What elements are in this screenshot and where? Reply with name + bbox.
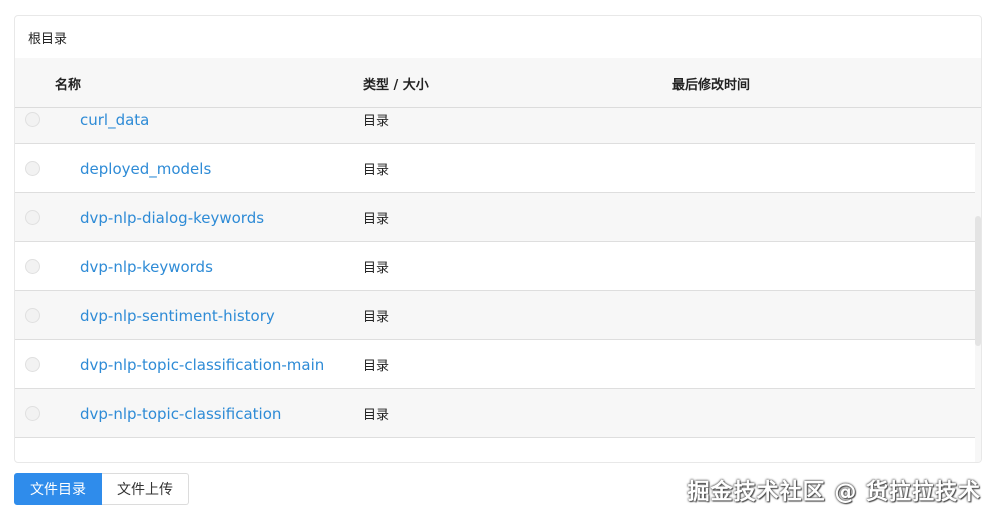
directory-link[interactable]: dvp-nlp-topic-classification-main bbox=[80, 340, 324, 389]
row-type: 目录 bbox=[363, 163, 390, 178]
view-switch-button-group: 文件目录 文件上传 bbox=[14, 473, 189, 505]
table-header: 名称 类型 / 大小 最后修改时间 bbox=[15, 58, 981, 108]
table-row[interactable]: deployed_models 目录 bbox=[15, 144, 976, 193]
row-select-radio[interactable] bbox=[25, 406, 40, 421]
directory-link[interactable]: dvp-nlp-dialog-keywords bbox=[80, 193, 264, 242]
scrollbar-thumb[interactable] bbox=[975, 216, 981, 346]
table-row[interactable]: dvp-nlp-topic-classification-main 目录 bbox=[15, 340, 976, 389]
file-list: curl_data 目录 deployed_models 目录 dvp-nlp-… bbox=[15, 108, 981, 462]
row-select-radio[interactable] bbox=[25, 357, 40, 372]
table-row[interactable]: curl_data 目录 bbox=[15, 108, 976, 144]
row-select-radio[interactable] bbox=[25, 161, 40, 176]
table-row[interactable]: dvp-nlp-sentiment-history 目录 bbox=[15, 291, 976, 340]
row-type: 目录 bbox=[363, 212, 390, 227]
row-type: 目录 bbox=[363, 359, 390, 374]
column-header-modified[interactable]: 最后修改时间 bbox=[672, 58, 750, 108]
file-upload-button[interactable]: 文件上传 bbox=[102, 473, 189, 505]
row-select-radio[interactable] bbox=[25, 210, 40, 225]
row-type: 目录 bbox=[363, 408, 390, 423]
directory-link[interactable]: curl_data bbox=[80, 108, 149, 144]
directory-link[interactable]: dvp-nlp-keywords bbox=[80, 242, 213, 291]
row-select-radio[interactable] bbox=[25, 308, 40, 323]
directory-link[interactable]: dvp-nlp-topic-classification bbox=[80, 389, 281, 438]
table-row[interactable]: dvp-nlp-keywords 目录 bbox=[15, 242, 976, 291]
table-row[interactable]: dvp-nlp-topic-classification 目录 bbox=[15, 389, 976, 438]
row-type: 目录 bbox=[363, 310, 390, 325]
column-header-name[interactable]: 名称 bbox=[55, 58, 81, 108]
watermark: 掘金技术社区 @ 货拉拉技术 bbox=[687, 480, 981, 505]
row-select-radio[interactable] bbox=[25, 259, 40, 274]
table-row[interactable]: dvp-nlp-dialog-keywords 目录 bbox=[15, 193, 976, 242]
directory-link[interactable]: dvp-nlp-sentiment-history bbox=[80, 291, 275, 340]
row-type: 目录 bbox=[363, 114, 390, 129]
directory-link[interactable]: deployed_models bbox=[80, 144, 211, 193]
file-browser-panel: 根目录 名称 类型 / 大小 最后修改时间 curl_data 目录 deplo… bbox=[14, 15, 982, 463]
breadcrumb[interactable]: 根目录 bbox=[15, 16, 981, 58]
column-header-type-size[interactable]: 类型 / 大小 bbox=[363, 58, 429, 108]
row-select-radio[interactable] bbox=[25, 112, 40, 127]
row-type: 目录 bbox=[363, 261, 390, 276]
file-directory-button[interactable]: 文件目录 bbox=[14, 473, 102, 505]
